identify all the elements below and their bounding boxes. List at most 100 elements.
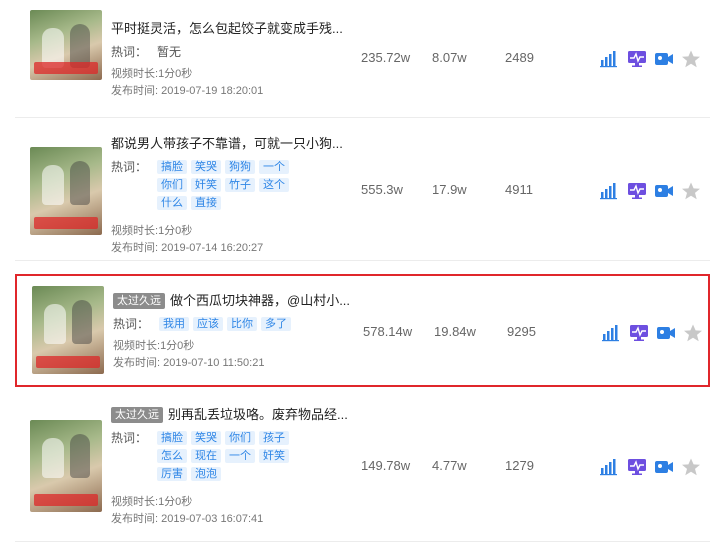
duration-line: 视频时长:1分0秒 xyxy=(111,494,361,511)
thumbnail-figure xyxy=(42,165,64,205)
publish-line: 发布时间: 2019-07-19 18:20:01 xyxy=(111,83,361,100)
video-thumbnail[interactable] xyxy=(30,10,102,80)
keyword-tag[interactable]: 笑哭 xyxy=(191,160,221,174)
comments-count: 9295 xyxy=(507,324,536,339)
star-icon[interactable] xyxy=(683,324,703,342)
video-title-text[interactable]: 都说男人带孩子不靠谱，可就一只小狗... xyxy=(111,136,343,151)
keyword-tag[interactable]: 现在 xyxy=(191,449,221,463)
bar-chart-icon[interactable] xyxy=(601,324,621,342)
video-title-text[interactable]: 别再乱丢垃圾咯。废弃物品经... xyxy=(168,407,348,422)
video-thumbnail[interactable] xyxy=(32,286,104,374)
video-row[interactable]: 平时挺灵活，怎么包起饺子就变成手残... 热词： 暂无 视频时长:1分0秒 发布时间: … xyxy=(15,0,710,118)
bar-chart-icon[interactable] xyxy=(599,50,619,68)
monitor-pulse-icon[interactable] xyxy=(629,324,649,342)
video-title-text[interactable]: 平时挺灵活，怎么包起饺子就变成手残... xyxy=(111,21,343,36)
video-info: 太过久远 别再乱丢垃圾咯。废弃物品经... 热词： 搞脸 笑哭 你们 孩子怎么 现在 一个 奸笑厉… xyxy=(111,406,361,528)
thumbnail-figure xyxy=(70,434,90,478)
keyword-section: 热词： 暂无 xyxy=(111,44,361,62)
publish-line: 发布时间: 2019-07-03 16:07:41 xyxy=(111,511,361,528)
keyword-tag[interactable]: 搞脸 xyxy=(157,431,187,445)
thumbnail-caption-strip xyxy=(34,62,98,74)
bar-chart-icon[interactable] xyxy=(599,182,619,200)
duration-value: 1分0秒 xyxy=(158,68,193,80)
keyword-tag[interactable]: 搞脸 xyxy=(157,160,187,174)
keyword-tag[interactable]: 应该 xyxy=(193,317,223,331)
plays-count: 578.14w xyxy=(363,324,413,339)
duration-label: 视频时长: xyxy=(111,68,159,80)
keyword-tag[interactable]: 孩子 xyxy=(259,431,289,445)
keyword-tag[interactable]: 泡泡 xyxy=(191,467,221,481)
duration-value: 1分0秒 xyxy=(160,340,195,352)
keyword-tag[interactable]: 笑哭 xyxy=(191,431,221,445)
video-title[interactable]: 都说男人带孩子不靠谱，可就一只小狗... xyxy=(111,135,361,153)
keyword-tag[interactable]: 你们 xyxy=(225,431,255,445)
duration-label: 视频时长: xyxy=(111,225,159,237)
keyword-tag[interactable]: 奸笑 xyxy=(259,449,289,463)
keyword-tag[interactable]: 一个 xyxy=(225,449,255,463)
duration-label: 视频时长: xyxy=(111,496,159,508)
publish-label: 发布时间: xyxy=(113,357,161,369)
comments-count: 2489 xyxy=(505,50,534,65)
keyword-tag[interactable]: 什么 xyxy=(157,196,187,210)
keyword-tag[interactable]: 我用 xyxy=(159,317,189,331)
publish-time: 2019-07-19 18:20:01 xyxy=(161,85,264,97)
keyword-tag[interactable]: 多了 xyxy=(261,317,291,331)
likes-count: 17.9w xyxy=(432,182,467,197)
keyword-tag[interactable]: 你们 xyxy=(157,178,187,192)
status-badge: 太过久远 xyxy=(113,293,165,309)
video-camera-icon[interactable] xyxy=(654,50,674,68)
likes-count: 8.07w xyxy=(432,50,467,65)
keyword-tags: 搞脸 笑哭 你们 孩子怎么 现在 一个 奸笑厉害 泡泡 xyxy=(157,430,317,484)
duration-value: 1分0秒 xyxy=(158,225,193,237)
duration-line: 视频时长:1分0秒 xyxy=(111,66,361,83)
thumbnail-figure xyxy=(44,304,66,344)
keyword-tag[interactable]: 竹子 xyxy=(225,178,255,192)
keyword-section: 热词： 搞脸 笑哭 狗狗 一个你们 奸笑 竹子 这个什么 直接 xyxy=(111,159,361,213)
keyword-tag[interactable]: 狗狗 xyxy=(225,160,255,174)
keyword-tags: 搞脸 笑哭 狗狗 一个你们 奸笑 竹子 这个什么 直接 xyxy=(157,159,317,213)
keyword-section: 热词： 我用 应该 比你 多了 xyxy=(113,316,363,334)
keywords-label: 热词： xyxy=(111,160,148,174)
star-icon[interactable] xyxy=(681,50,701,68)
publish-line: 发布时间: 2019-07-10 11:50:21 xyxy=(113,355,363,372)
video-row[interactable]: 都说男人带孩子不靠谱，可就一只小狗... 热词： 搞脸 笑哭 狗狗 一个你们 奸笑 竹子 这个什… xyxy=(15,121,710,261)
video-camera-icon[interactable] xyxy=(656,324,676,342)
video-camera-icon[interactable] xyxy=(654,458,674,476)
keyword-tag[interactable]: 比你 xyxy=(227,317,257,331)
keyword-section: 热词： 搞脸 笑哭 你们 孩子怎么 现在 一个 奸笑厉害 泡泡 xyxy=(111,430,361,484)
thumbnail-figure xyxy=(70,161,90,205)
likes-count: 4.77w xyxy=(432,458,467,473)
publish-time: 2019-07-03 16:07:41 xyxy=(161,513,264,525)
video-title[interactable]: 太过久远 别再乱丢垃圾咯。废弃物品经... xyxy=(111,406,361,424)
video-row[interactable]: 太过久远 别再乱丢垃圾咯。废弃物品经... 热词： 搞脸 笑哭 你们 孩子怎么 现在 一个 奸笑厉… xyxy=(15,392,710,542)
star-icon[interactable] xyxy=(681,458,701,476)
video-title[interactable]: 平时挺灵活，怎么包起饺子就变成手残... xyxy=(111,20,361,38)
video-title[interactable]: 太过久远 做个西瓜切块神器，@山村小... xyxy=(113,292,363,310)
plays-count: 235.72w xyxy=(361,50,411,65)
keyword-tag[interactable]: 奸笑 xyxy=(191,178,221,192)
monitor-pulse-icon[interactable] xyxy=(627,182,647,200)
monitor-pulse-icon[interactable] xyxy=(627,50,647,68)
publish-time: 2019-07-14 16:20:27 xyxy=(161,242,264,254)
keyword-tags: 我用 应该 比你 多了 xyxy=(159,316,319,334)
publish-label: 发布时间: xyxy=(111,85,159,97)
video-camera-icon[interactable] xyxy=(654,182,674,200)
keyword-tag[interactable]: 厉害 xyxy=(157,467,187,481)
keyword-tag[interactable]: 直接 xyxy=(191,196,221,210)
bar-chart-icon[interactable] xyxy=(599,458,619,476)
video-row[interactable]: 太过久远 做个西瓜切块神器，@山村小... 热词： 我用 应该 比你 多了视频时长:1分0秒… xyxy=(15,274,710,387)
publish-time: 2019-07-10 11:50:21 xyxy=(163,357,265,369)
video-title-text[interactable]: 做个西瓜切块神器，@山村小... xyxy=(170,293,350,308)
keyword-tag[interactable]: 一个 xyxy=(259,160,289,174)
keyword-tag[interactable]: 这个 xyxy=(259,178,289,192)
video-thumbnail[interactable] xyxy=(30,147,102,235)
star-icon[interactable] xyxy=(681,182,701,200)
status-badge: 太过久远 xyxy=(111,407,163,423)
publish-label: 发布时间: xyxy=(111,242,159,254)
keywords-label: 热词： xyxy=(113,317,150,331)
duration-label: 视频时长: xyxy=(113,340,161,352)
keyword-tag[interactable]: 怎么 xyxy=(157,449,187,463)
thumbnail-figure xyxy=(72,300,92,344)
monitor-pulse-icon[interactable] xyxy=(627,458,647,476)
video-thumbnail[interactable] xyxy=(30,420,102,512)
